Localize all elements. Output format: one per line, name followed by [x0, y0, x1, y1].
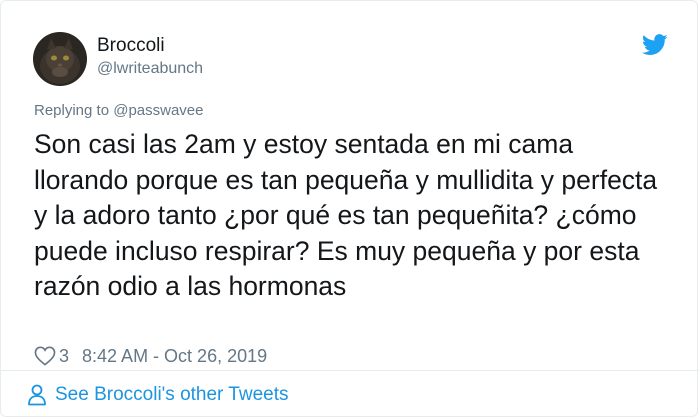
- replying-to: Replying to @passwavee: [34, 102, 204, 119]
- avatar-image: [33, 32, 87, 86]
- author-handle[interactable]: @lwriteabunch: [97, 60, 203, 78]
- avatar[interactable]: [33, 32, 87, 86]
- divider: [1, 370, 699, 371]
- see-other-tweets-link[interactable]: See Broccoli's other Tweets: [27, 382, 289, 408]
- heart-icon[interactable]: [34, 346, 56, 366]
- tweet-meta: 3 8:42 AM - Oct 26, 2019: [34, 344, 267, 368]
- tweet-timestamp[interactable]: 8:42 AM - Oct 26, 2019: [82, 346, 267, 367]
- see-other-tweets-label: See Broccoli's other Tweets: [55, 384, 289, 405]
- like-count[interactable]: 3: [59, 346, 69, 367]
- person-icon: [27, 384, 47, 406]
- replying-prefix: Replying to: [34, 102, 114, 119]
- twitter-bird-icon[interactable]: [641, 34, 668, 56]
- embedded-tweet-card: Broccoli @lwriteabunch Replying to @pass…: [0, 0, 699, 417]
- reply-mention-link[interactable]: @passwavee: [113, 102, 203, 119]
- tweet-text: Son casi las 2am y estoy sentada en mi c…: [34, 129, 658, 301]
- author-name[interactable]: Broccoli: [97, 35, 165, 57]
